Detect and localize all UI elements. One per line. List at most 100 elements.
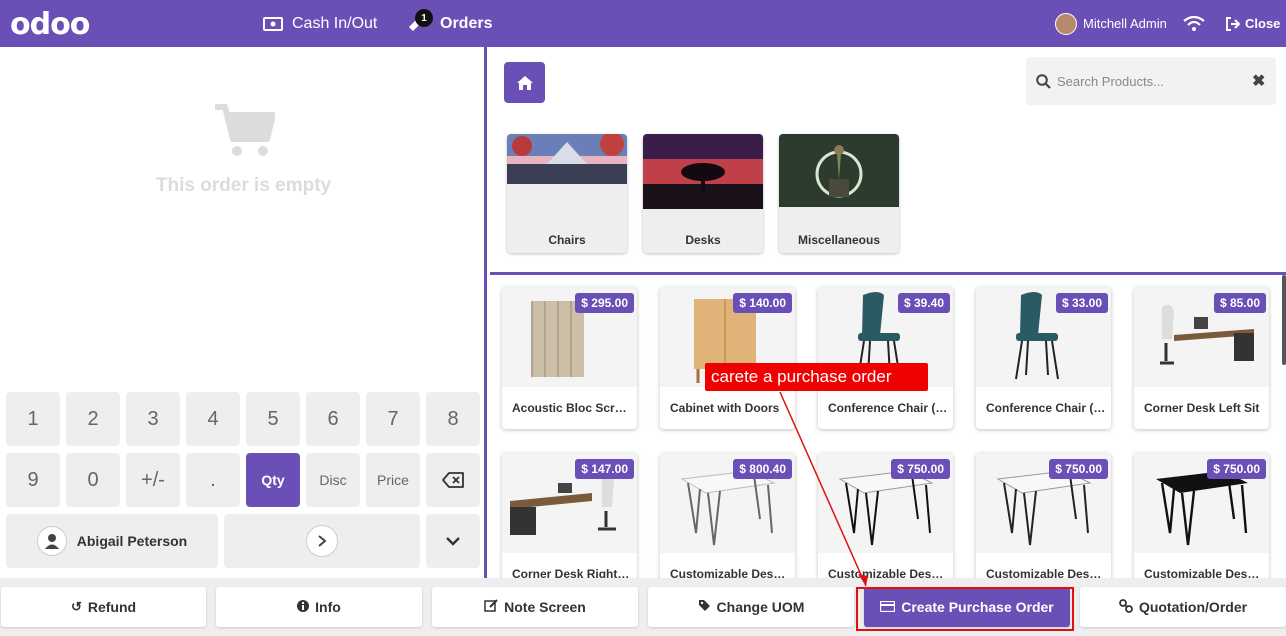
- product-price-badge: $ 140.00: [733, 293, 792, 313]
- category-chairs[interactable]: Chairs: [507, 134, 627, 253]
- category-desks[interactable]: Desks: [643, 134, 763, 253]
- info-label: Info: [315, 599, 341, 615]
- numpad-mode-disc[interactable]: Disc: [306, 453, 360, 507]
- product-card[interactable]: $ 750.00 Customizable Desk (Steel, White…: [818, 453, 953, 578]
- backspace-icon: [442, 472, 464, 488]
- refund-label: Refund: [87, 599, 137, 615]
- numpad-key-9[interactable]: 9: [6, 453, 60, 507]
- odoo-logo: odoo: [10, 7, 90, 42]
- user-name: Mitchell Admin: [1083, 16, 1167, 31]
- product-name: Customizable Desk (Custom, White): [986, 567, 1106, 578]
- close-button[interactable]: Close: [1225, 0, 1280, 47]
- product-price-badge: $ 800.40: [733, 459, 792, 479]
- product-screen: Search Products... ✖ Chairs Desks Miscel…: [490, 47, 1286, 578]
- product-name: Corner Desk Right Sit: [512, 567, 632, 578]
- numpad-key-8[interactable]: 8: [426, 392, 480, 446]
- home-icon: [516, 75, 533, 90]
- backspace-button[interactable]: [426, 453, 480, 507]
- product-card[interactable]: $ 295.00 Acoustic Bloc Screens: [502, 287, 637, 429]
- numpad-key-3[interactable]: 3: [126, 392, 180, 446]
- payment-button[interactable]: [224, 514, 420, 568]
- more-options-button[interactable]: [426, 514, 480, 568]
- numpad-key-6[interactable]: 6: [306, 392, 360, 446]
- numpad-key-plus-minus[interactable]: +/-: [126, 453, 180, 507]
- tag-icon: [698, 599, 711, 615]
- category-image-miscellaneous: [779, 134, 899, 207]
- user-menu[interactable]: Mitchell Admin: [1055, 0, 1167, 47]
- wifi-icon[interactable]: [1183, 0, 1205, 47]
- change-uom-button[interactable]: Change UOM: [648, 587, 854, 627]
- product-card[interactable]: $ 33.00 Conference Chair (Steel): [976, 287, 1111, 429]
- home-category-button[interactable]: [504, 62, 545, 103]
- change-uom-label: Change UOM: [716, 599, 805, 615]
- category-image-desks: [643, 134, 763, 209]
- cash-in-out-label: Cash In/Out: [292, 14, 378, 32]
- info-button[interactable]: Info: [216, 587, 422, 627]
- quotation-order-label: Quotation/Order: [1138, 599, 1248, 615]
- chevron-right-icon: [306, 525, 338, 557]
- numpad-mode-qty[interactable]: Qty: [246, 453, 300, 507]
- numpad-key-4[interactable]: 4: [186, 392, 240, 446]
- product-name: Customizable Desk (Aluminium, White): [670, 567, 790, 578]
- category-miscellaneous[interactable]: Miscellaneous: [779, 134, 899, 253]
- product-name: Corner Desk Left Sit: [1144, 401, 1260, 415]
- product-card[interactable]: $ 750.00 Customizable Desk (Steel, Black…: [1134, 453, 1269, 578]
- category-label: Miscellaneous: [797, 233, 881, 247]
- clear-search-icon[interactable]: ✖: [1252, 71, 1276, 91]
- cash-icon: [263, 16, 283, 31]
- numpad-key-0[interactable]: 0: [66, 453, 120, 507]
- product-name: Cabinet with Doors: [670, 401, 780, 415]
- product-price-badge: $ 39.40: [897, 293, 950, 313]
- note-screen-button[interactable]: Note Screen: [432, 587, 638, 627]
- product-list-scrollbar[interactable]: [1282, 275, 1286, 365]
- empty-cart-illustration: [0, 103, 487, 164]
- category-label: Chairs: [548, 233, 586, 247]
- orders-count-badge: 1: [415, 9, 433, 27]
- numpad-key-7[interactable]: 7: [366, 392, 420, 446]
- numpad-key-1[interactable]: 1: [6, 392, 60, 446]
- product-card[interactable]: $ 147.00 Corner Desk Right Sit: [502, 453, 637, 578]
- empty-order-message: This order is empty: [155, 175, 332, 196]
- refund-button[interactable]: ↺ Refund: [1, 587, 206, 627]
- highlight-box: [856, 587, 1074, 631]
- search-input[interactable]: Search Products...: [1057, 74, 1252, 89]
- search-icon: [1036, 73, 1051, 89]
- search-products-field[interactable]: Search Products... ✖: [1026, 57, 1276, 105]
- product-name: Customizable Desk (Steel, White): [828, 567, 948, 578]
- product-card[interactable]: $ 140.00 Cabinet with Doors: [660, 287, 795, 429]
- orders-button[interactable]: 1 Orders: [406, 0, 492, 47]
- customer-button[interactable]: Abigail Peterson: [6, 514, 218, 568]
- product-price-badge: $ 750.00: [891, 459, 950, 479]
- numpad-key-5[interactable]: 5: [246, 392, 300, 446]
- customer-name: Abigail Peterson: [76, 533, 188, 549]
- sign-out-icon: [1226, 16, 1241, 31]
- product-card[interactable]: $ 800.40 Customizable Desk (Aluminium, W…: [660, 453, 795, 578]
- product-list: $ 295.00 Acoustic Bloc Screens $ 140.00 …: [490, 275, 1286, 578]
- product-name: Conference Chair (Steel): [986, 401, 1106, 415]
- numpad-key-decimal[interactable]: .: [186, 453, 240, 507]
- user-icon: [36, 526, 67, 556]
- undo-icon: ↺: [70, 599, 82, 614]
- numpad-mode-price[interactable]: Price: [366, 453, 420, 507]
- product-card[interactable]: $ 85.00 Corner Desk Left Sit: [1134, 287, 1269, 429]
- cash-in-out-button[interactable]: Cash In/Out: [263, 0, 377, 47]
- product-price-badge: $ 147.00: [575, 459, 634, 479]
- orders-icon-wrap: 1: [406, 0, 433, 47]
- shopping-cart-icon: [214, 104, 276, 156]
- order-panel: This order is empty 1 2 3 4 5 6 7 8 9 0 …: [0, 47, 487, 578]
- control-buttons-bar: ↺ Refund Info Note Screen Change UOM Cre…: [0, 578, 1286, 636]
- numpad-key-2[interactable]: 2: [66, 392, 120, 446]
- product-card[interactable]: $ 39.40 Conference Chair (Aluminium): [818, 287, 953, 429]
- quotation-order-button[interactable]: Quotation/Order: [1080, 587, 1286, 627]
- info-icon: [297, 599, 310, 615]
- product-price-badge: $ 295.00: [575, 293, 634, 313]
- annotation-label: carete a purchase order: [705, 363, 928, 391]
- top-bar: odoo Cash In/Out 1 Orders Mitchell Admin: [0, 0, 1286, 47]
- edit-icon: [484, 599, 498, 615]
- product-price-badge: $ 750.00: [1207, 459, 1266, 479]
- product-card[interactable]: $ 750.00 Customizable Desk (Custom, Whit…: [976, 453, 1111, 578]
- note-screen-label: Note Screen: [504, 599, 586, 615]
- orders-label: Orders: [440, 14, 493, 32]
- product-name: Acoustic Bloc Screens: [512, 401, 632, 415]
- product-name: Conference Chair (Aluminium): [828, 401, 948, 415]
